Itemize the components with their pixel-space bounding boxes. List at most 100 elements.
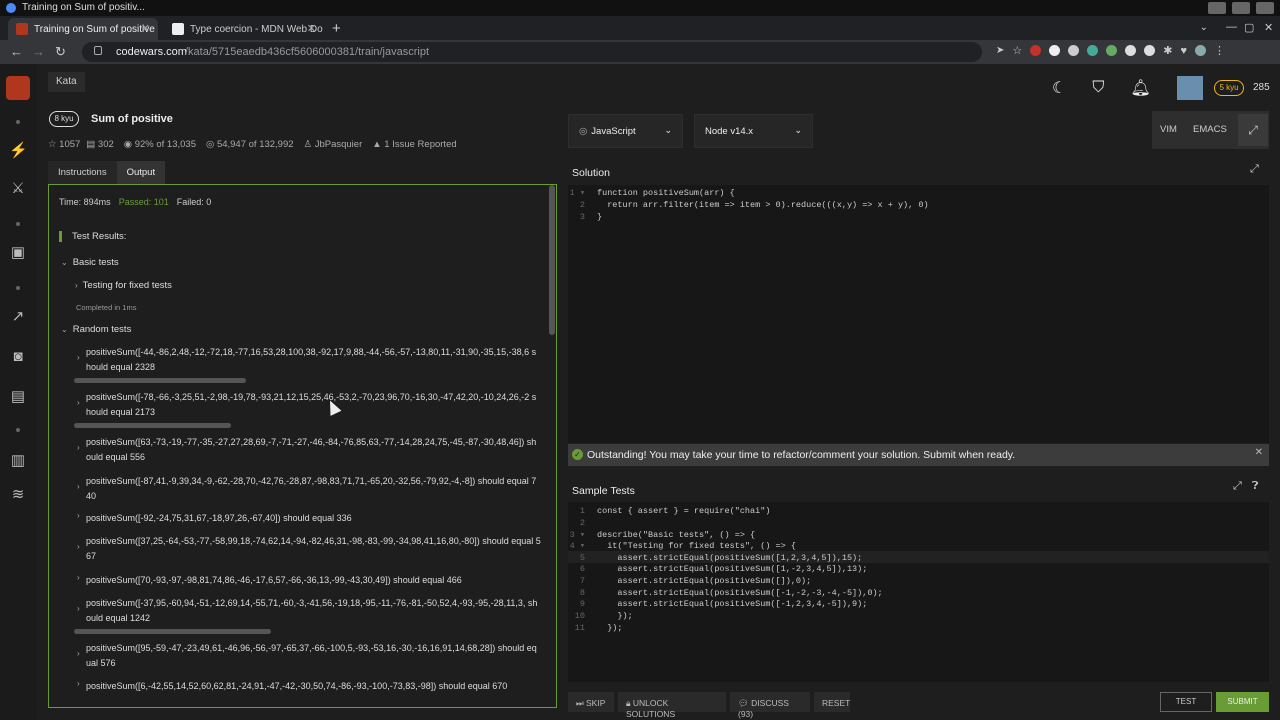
- language-value: JavaScript: [591, 126, 636, 137]
- group-label: Basic tests: [72, 257, 119, 268]
- submit-button[interactable]: SUBMIT: [1216, 692, 1269, 712]
- codewars-logo-icon[interactable]: [6, 76, 30, 100]
- puzzle-icon[interactable]: ✱: [1163, 44, 1172, 57]
- language-select[interactable]: ◎ JavaScript ⌄: [568, 114, 683, 148]
- window-title: Training on Sum of positiv...: [22, 2, 145, 13]
- horizontal-scrollbar[interactable]: [74, 629, 271, 634]
- output-scrollbar[interactable]: [549, 185, 555, 335]
- discord-icon[interactable]: ◙: [9, 348, 27, 366]
- minimize-icon[interactable]: —: [1226, 21, 1237, 33]
- test-text: positiveSum([6,-42,55,14,52,60,62,81,-24…: [86, 681, 508, 691]
- tray-icon[interactable]: [1232, 2, 1250, 14]
- code-line: 1 ▾ function positiveSum(arr) {: [569, 188, 735, 198]
- profile-avatar-icon[interactable]: [1195, 45, 1207, 56]
- moon-icon[interactable]: ☾: [1052, 78, 1066, 98]
- rss-icon[interactable]: ≋: [9, 486, 27, 504]
- trending-icon[interactable]: ↗: [9, 308, 27, 326]
- stars-value: 1057: [59, 139, 81, 150]
- lock-icon[interactable]: [94, 46, 102, 55]
- success-banner: ✓ Outstanding! You may take your time to…: [568, 444, 1269, 466]
- extension-icon[interactable]: [1106, 45, 1118, 56]
- extension-icon[interactable]: [1049, 45, 1061, 56]
- issues-link[interactable]: ▲ 1 Issue Reported: [372, 139, 456, 150]
- chevron-right-icon: ›: [77, 443, 80, 452]
- code-text: assert.strictEqual(positiveSum([1,-2,3,4…: [597, 564, 868, 574]
- test-text: positiveSum([63,-73,-19,-77,-35,-27,27,2…: [86, 437, 537, 462]
- browser-tabstrip: Training on Sum of positive ✕ Type coerc…: [0, 16, 1280, 40]
- browser-tab-mdn[interactable]: Type coercion - MDN Web Do ✕: [164, 18, 324, 40]
- author-link[interactable]: ♙ JbPasquier: [304, 139, 363, 150]
- back-arrow-icon[interactable]: ←: [10, 44, 23, 59]
- expand-icon[interactable]: ⤢: [1250, 163, 1259, 176]
- code-text: it("Testing for fixed tests", () => {: [597, 541, 796, 551]
- version-value: Node v14.x: [705, 126, 754, 137]
- test-text: positiveSum([37,25,-64,-53,-77,-58,99,18…: [86, 536, 541, 561]
- extension-icon[interactable]: [1125, 45, 1137, 56]
- new-tab-plus-icon[interactable]: +: [332, 20, 341, 37]
- horizontal-scrollbar[interactable]: [74, 423, 231, 428]
- chat-icon[interactable]: ▤: [9, 388, 27, 406]
- lock-icon: 🔒︎: [626, 698, 633, 708]
- close-tab-icon[interactable]: ✕: [141, 22, 150, 35]
- collections-count[interactable]: ▤ 302: [86, 139, 113, 150]
- separator-dot: [16, 286, 20, 290]
- rank-badge[interactable]: 5 kyu: [1214, 80, 1244, 96]
- star-icon[interactable]: ☆: [1012, 44, 1022, 57]
- url-path[interactable]: /kata/5715eaedb436cf5606000381/train/jav…: [185, 46, 429, 58]
- basic-tests-group[interactable]: ⌄ Basic tests: [61, 257, 119, 268]
- maximize-icon[interactable]: ▢: [1244, 21, 1254, 34]
- stars-count[interactable]: ☆ 1057: [48, 139, 80, 150]
- close-icon[interactable]: ✕: [1255, 447, 1263, 458]
- extension-icon[interactable]: [1068, 45, 1080, 56]
- tray-icon[interactable]: [1256, 2, 1274, 14]
- mdn-favicon-icon: [172, 23, 184, 35]
- heart-icon[interactable]: ♥: [1180, 45, 1187, 57]
- sample-tests-editor[interactable]: 1 const { assert } = require("chai") 2 3 …: [568, 502, 1269, 682]
- bookmark-icon[interactable]: ⛉: [1092, 79, 1104, 97]
- tray-icon[interactable]: [1208, 2, 1226, 14]
- solution-editor[interactable]: 1 ▾ function positiveSum(arr) { 2 return …: [568, 185, 1269, 443]
- skip-label: SKIP: [586, 698, 606, 708]
- expand-icon[interactable]: ⤢: [1233, 480, 1242, 493]
- skip-button[interactable]: ⏭ SKIP: [568, 692, 614, 712]
- close-tab-icon[interactable]: ✕: [307, 22, 316, 35]
- browser-tab-codewars[interactable]: Training on Sum of positive ✕: [8, 18, 158, 40]
- unlock-solutions-button[interactable]: 🔒︎ UNLOCK SOLUTIONS: [618, 692, 726, 719]
- practice-icon[interactable]: ⚔: [9, 180, 27, 198]
- fullscreen-icon[interactable]: ⤢: [1238, 114, 1268, 146]
- forward-arrow-icon[interactable]: →: [32, 44, 45, 59]
- training-icon[interactable]: ⚡: [9, 142, 28, 160]
- extension-icon[interactable]: [1144, 45, 1156, 56]
- book-icon[interactable]: ▥: [9, 452, 27, 470]
- help-icon[interactable]: ❓︎: [1252, 480, 1259, 493]
- sample-tests-label: Sample Tests: [572, 485, 635, 497]
- discuss-button[interactable]: 💬︎ DISCUSS (93): [730, 692, 810, 719]
- send-icon[interactable]: ➤: [996, 45, 1004, 56]
- fixed-tests-item[interactable]: › Testing for fixed tests: [75, 280, 172, 291]
- horizontal-scrollbar[interactable]: [74, 378, 246, 383]
- close-window-icon[interactable]: ✕: [1264, 21, 1273, 34]
- tab-search-chevron-icon[interactable]: ⌄: [1200, 22, 1208, 33]
- menu-icon[interactable]: ⋮: [1214, 44, 1225, 57]
- left-panel-tabs: Instructions Output: [48, 161, 166, 184]
- tab-instructions[interactable]: Instructions: [48, 161, 117, 184]
- vim-mode-button[interactable]: VIM: [1160, 124, 1177, 135]
- url-host[interactable]: codewars.com: [116, 46, 187, 58]
- version-select[interactable]: Node v14.x ⌄: [694, 114, 813, 148]
- chevron-right-icon: ›: [77, 679, 80, 688]
- tab-label: Type coercion - MDN Web Do: [190, 24, 323, 35]
- tab-output[interactable]: Output: [116, 161, 166, 184]
- reload-icon[interactable]: ↻: [55, 44, 66, 60]
- avatar[interactable]: [1177, 76, 1203, 100]
- extension-icon[interactable]: [1087, 45, 1099, 56]
- extension-icon[interactable]: [1030, 45, 1042, 56]
- briefcase-icon[interactable]: ▣: [9, 244, 27, 262]
- section-tab-kata[interactable]: Kata: [48, 72, 85, 92]
- test-button[interactable]: TEST: [1160, 692, 1212, 712]
- skip-icon: ⏭: [576, 698, 587, 708]
- random-tests-group[interactable]: ⌄ Random tests: [61, 324, 131, 335]
- success-text: Outstanding! You may take your time to r…: [587, 449, 1016, 461]
- emacs-mode-button[interactable]: EMACS: [1193, 124, 1227, 135]
- reset-button[interactable]: RESET: [814, 692, 850, 712]
- bell-icon[interactable]: 🔔︎: [1130, 78, 1150, 98]
